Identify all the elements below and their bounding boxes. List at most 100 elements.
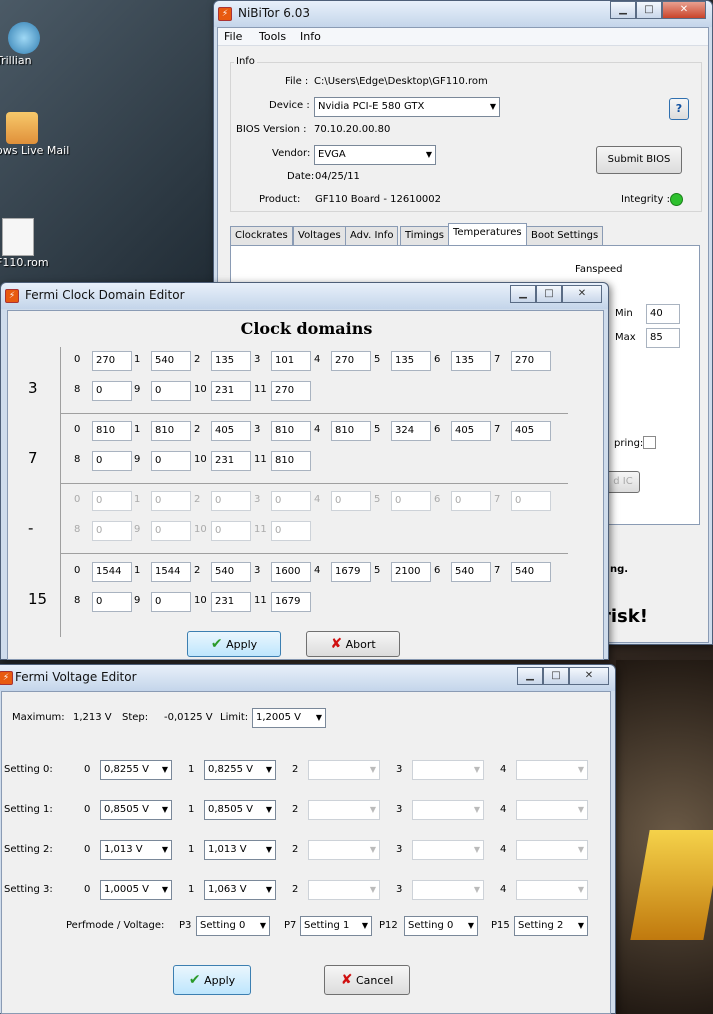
- clock-value-input[interactable]: 0: [271, 491, 311, 511]
- clock-value-input[interactable]: 0: [451, 491, 491, 511]
- voltage-select-disabled[interactable]: ▼: [516, 800, 588, 820]
- cancel-button[interactable]: ✘ Cancel: [324, 965, 410, 995]
- clock-value-input[interactable]: 270: [92, 351, 132, 371]
- clock-value-input[interactable]: 540: [451, 562, 491, 582]
- clock-value-input[interactable]: 0: [151, 521, 191, 541]
- clock-value-input[interactable]: 540: [511, 562, 551, 582]
- clock-value-input[interactable]: 0: [331, 491, 371, 511]
- clock-value-input[interactable]: 810: [92, 421, 132, 441]
- menu-tools[interactable]: Tools: [259, 30, 286, 43]
- p7-select[interactable]: Setting 1 ▼: [300, 916, 372, 936]
- desktop-icon-trillian[interactable]: Trillian: [0, 22, 40, 67]
- clock-value-input[interactable]: 810: [271, 451, 311, 471]
- apply-button[interactable]: ✔ Apply: [187, 631, 281, 657]
- voltage-select-disabled[interactable]: ▼: [412, 800, 484, 820]
- abort-button[interactable]: ✘ Abort: [306, 631, 400, 657]
- clock-value-input[interactable]: 0: [511, 491, 551, 511]
- voltage-select[interactable]: 0,8255 V ▼: [204, 760, 276, 780]
- clock-value-input[interactable]: 405: [511, 421, 551, 441]
- clock-value-input[interactable]: 324: [391, 421, 431, 441]
- clock-value-input[interactable]: 270: [331, 351, 371, 371]
- clock-value-input[interactable]: 405: [451, 421, 491, 441]
- voltage-select-disabled[interactable]: ▼: [308, 760, 380, 780]
- close-button[interactable]: ✕: [562, 285, 602, 303]
- clock-value-input[interactable]: 135: [211, 351, 251, 371]
- clock-value-input[interactable]: 0: [211, 491, 251, 511]
- clock-value-input[interactable]: 810: [331, 421, 371, 441]
- clock-value-input[interactable]: 270: [271, 381, 311, 401]
- maximize-button[interactable]: □: [636, 1, 662, 19]
- desktop-icon-rom-file[interactable]: F110.rom: [0, 218, 49, 269]
- clock-value-input[interactable]: 0: [92, 521, 132, 541]
- clock-value-input[interactable]: 0: [271, 521, 311, 541]
- close-button[interactable]: ✕: [662, 1, 706, 19]
- submit-bios-button[interactable]: Submit BIOS: [596, 146, 682, 174]
- clock-value-input[interactable]: 1600: [271, 562, 311, 582]
- tab-temperatures[interactable]: Temperatures: [448, 223, 527, 246]
- tab-boot-settings[interactable]: Boot Settings: [526, 226, 604, 246]
- minimize-button[interactable]: ▁: [517, 667, 543, 685]
- limit-select[interactable]: 1,2005 V ▼: [252, 708, 326, 728]
- voltage-select[interactable]: 1,063 V ▼: [204, 880, 276, 900]
- fan-max-input[interactable]: 85: [646, 328, 680, 348]
- clock-value-input[interactable]: 0: [211, 521, 251, 541]
- voltage-select[interactable]: 1,013 V ▼: [204, 840, 276, 860]
- title-bar[interactable]: ⚡ Fermi Clock Domain Editor ▁ □ ✕: [1, 283, 608, 309]
- clock-value-input[interactable]: 810: [151, 421, 191, 441]
- maximize-button[interactable]: □: [543, 667, 569, 685]
- clock-value-input[interactable]: 135: [451, 351, 491, 371]
- voltage-select[interactable]: 0,8255 V ▼: [100, 760, 172, 780]
- close-button[interactable]: ✕: [569, 667, 609, 685]
- p3-select[interactable]: Setting 0 ▼: [196, 916, 270, 936]
- clock-value-input[interactable]: 810: [271, 421, 311, 441]
- menu-file[interactable]: File: [224, 30, 242, 43]
- title-bar[interactable]: ⚡ NiBiTor 6.03 ▁ □ ✕: [214, 1, 712, 27]
- minimize-button[interactable]: ▁: [610, 1, 636, 19]
- clock-value-input[interactable]: 1544: [151, 562, 191, 582]
- clock-value-input[interactable]: 0: [151, 491, 191, 511]
- voltage-select[interactable]: 0,8505 V ▼: [204, 800, 276, 820]
- tab-timings[interactable]: Timings: [400, 226, 449, 246]
- clock-value-input[interactable]: 1544: [92, 562, 132, 582]
- voltage-select[interactable]: 1,0005 V ▼: [100, 880, 172, 900]
- voltage-select[interactable]: 1,013 V ▼: [100, 840, 172, 860]
- clock-value-input[interactable]: 101: [271, 351, 311, 371]
- minimize-button[interactable]: ▁: [510, 285, 536, 303]
- detect-ic-button[interactable]: d IC: [606, 471, 640, 493]
- clock-value-input[interactable]: 0: [92, 451, 132, 471]
- clock-value-input[interactable]: 231: [211, 451, 251, 471]
- clock-value-input[interactable]: 540: [151, 351, 191, 371]
- voltage-select-disabled[interactable]: ▼: [308, 880, 380, 900]
- voltage-select-disabled[interactable]: ▼: [308, 840, 380, 860]
- voltage-select-disabled[interactable]: ▼: [412, 840, 484, 860]
- desktop-icon-live-mail[interactable]: ows Live Mail: [0, 112, 69, 157]
- tab-clockrates[interactable]: Clockrates: [230, 226, 293, 246]
- apply-button[interactable]: ✔ Apply: [173, 965, 251, 995]
- vendor-select[interactable]: EVGA ▼: [314, 145, 436, 165]
- maximize-button[interactable]: □: [536, 285, 562, 303]
- clock-value-input[interactable]: 0: [92, 381, 132, 401]
- p12-select[interactable]: Setting 0 ▼: [404, 916, 478, 936]
- clock-value-input[interactable]: 0: [151, 592, 191, 612]
- tab-adv-info[interactable]: Adv. Info: [345, 226, 399, 246]
- voltage-select-disabled[interactable]: ▼: [516, 760, 588, 780]
- clock-value-input[interactable]: 231: [211, 381, 251, 401]
- p15-select[interactable]: Setting 2 ▼: [514, 916, 588, 936]
- clock-value-input[interactable]: 0: [391, 491, 431, 511]
- clock-value-input[interactable]: 0: [151, 381, 191, 401]
- clock-value-input[interactable]: 1679: [331, 562, 371, 582]
- clock-value-input[interactable]: 231: [211, 592, 251, 612]
- clock-value-input[interactable]: 1679: [271, 592, 311, 612]
- voltage-select-disabled[interactable]: ▼: [308, 800, 380, 820]
- clock-value-input[interactable]: 135: [391, 351, 431, 371]
- help-button[interactable]: ?: [669, 98, 689, 120]
- voltage-select[interactable]: 0,8505 V ▼: [100, 800, 172, 820]
- device-select[interactable]: Nvidia PCI-E 580 GTX ▼: [314, 97, 500, 117]
- voltage-select-disabled[interactable]: ▼: [412, 880, 484, 900]
- clock-value-input[interactable]: 0: [92, 491, 132, 511]
- voltage-select-disabled[interactable]: ▼: [516, 880, 588, 900]
- fan-min-input[interactable]: 40: [646, 304, 680, 324]
- clock-value-input[interactable]: 2100: [391, 562, 431, 582]
- tab-voltages[interactable]: Voltages: [293, 226, 346, 246]
- voltage-select-disabled[interactable]: ▼: [516, 840, 588, 860]
